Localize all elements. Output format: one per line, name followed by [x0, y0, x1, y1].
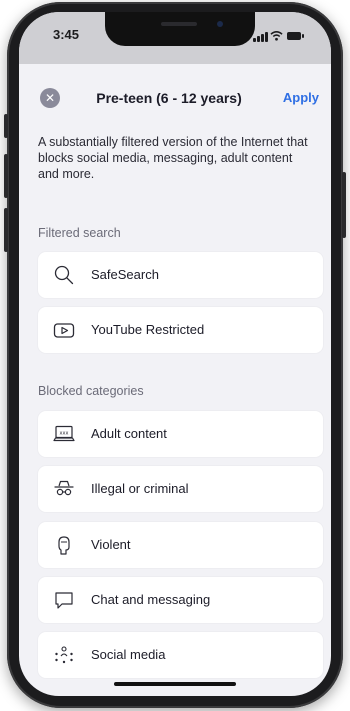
- speaker: [161, 22, 197, 26]
- item-label: Illegal or criminal: [91, 481, 189, 496]
- spy-icon: [54, 480, 74, 496]
- volume-down-button: [4, 208, 8, 252]
- status-bar: 3:45: [19, 12, 331, 64]
- close-button[interactable]: ✕: [40, 88, 60, 108]
- apply-button[interactable]: Apply: [283, 90, 319, 105]
- xxx-laptop-icon: xxx: [53, 425, 75, 442]
- home-indicator[interactable]: [114, 682, 236, 686]
- volume-up-button: [4, 154, 8, 198]
- status-time: 3:45: [53, 27, 80, 42]
- item-label: YouTube Restricted: [91, 322, 205, 337]
- mute-switch: [4, 114, 8, 138]
- search-icon: [54, 265, 74, 285]
- page-title: Pre-teen (6 - 12 years): [96, 90, 242, 106]
- item-label: Social media: [91, 647, 166, 662]
- signal-icon: [265, 32, 268, 42]
- social-media-item[interactable]: Social media: [38, 632, 323, 678]
- description: A substantially filtered version of the …: [38, 135, 308, 181]
- wifi-icon: [270, 31, 283, 41]
- chat-bubble-icon: [55, 592, 73, 609]
- safesearch-item[interactable]: SafeSearch: [38, 252, 323, 298]
- power-button: [342, 172, 346, 238]
- item-label: SafeSearch: [91, 267, 159, 282]
- screen: 3:45 ✕ Pre-teen (6 - 12 years) Apply A s…: [19, 12, 331, 696]
- signal-icon: [253, 38, 256, 42]
- people-network-icon: [55, 646, 73, 664]
- section-heading-blocked-categories: Blocked categories: [38, 384, 144, 398]
- signal-icon: [261, 34, 264, 42]
- item-label: Violent: [91, 537, 131, 552]
- notch: [105, 12, 255, 46]
- fist-icon: [58, 536, 70, 555]
- section-heading-filtered-search: Filtered search: [38, 226, 121, 240]
- item-label: Chat and messaging: [91, 592, 211, 607]
- battery-icon: [287, 32, 304, 40]
- chat-and-messaging-item[interactable]: Chat and messaging: [38, 577, 323, 623]
- status-icons: [253, 30, 309, 42]
- play-icon: [53, 323, 75, 338]
- illegal-or-criminal-item[interactable]: Illegal or criminal: [38, 466, 323, 512]
- violent-item[interactable]: Violent: [38, 522, 323, 568]
- svg-text:xxx: xxx: [60, 431, 69, 437]
- youtube-restricted-item[interactable]: YouTube Restricted: [38, 307, 323, 353]
- top-bar: ✕ Pre-teen (6 - 12 years) Apply: [19, 68, 331, 128]
- item-label: Adult content: [91, 426, 167, 441]
- adult-content-item[interactable]: xxx Adult content: [38, 411, 323, 457]
- front-camera: [217, 21, 223, 27]
- signal-icon: [257, 36, 260, 42]
